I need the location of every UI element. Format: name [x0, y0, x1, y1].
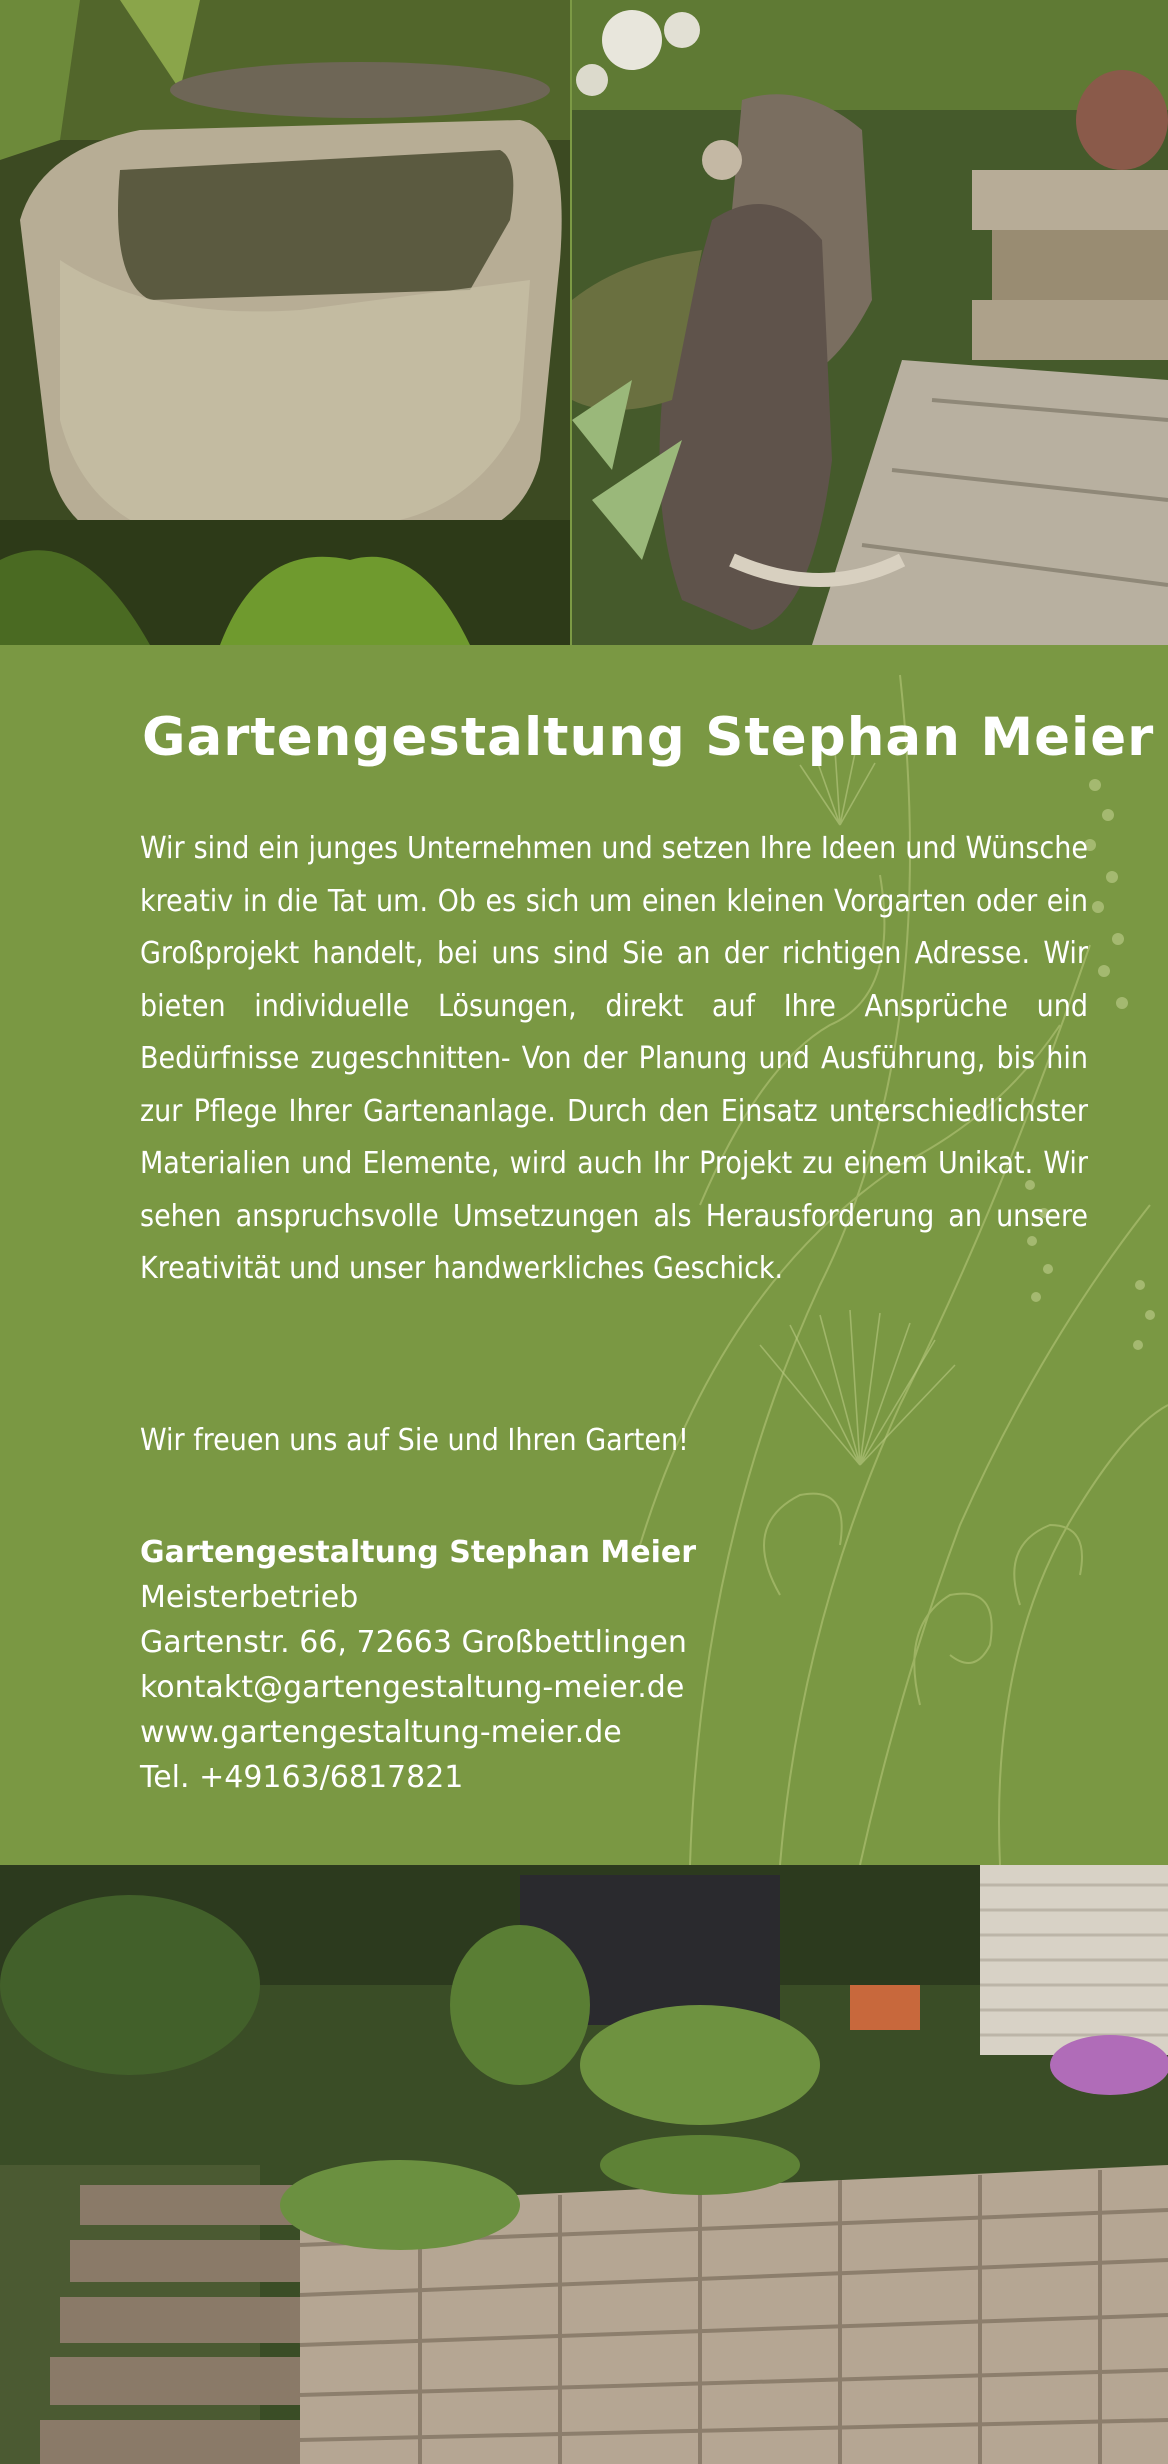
company-name: Gartengestaltung Stephan Meier: [140, 1535, 697, 1570]
address: Gartenstr. 66, 72663 Großbettlingen: [140, 1625, 687, 1660]
phone-number: Tel. +49163/6817821: [140, 1760, 464, 1795]
intro-paragraph: Wir sind ein junges Unternehmen und setz…: [140, 831, 1088, 1286]
photo-garden-wall: [0, 1865, 1168, 2464]
photo-stone-trough: [0, 0, 570, 645]
contact-block: Gartengestaltung Stephan Meier Meisterbe…: [140, 1530, 696, 1800]
email-link[interactable]: kontakt@gartengestaltung-meier.de: [140, 1665, 696, 1710]
closing-line: Wir freuen uns auf Sie und Ihren Garten!: [140, 1423, 689, 1458]
website-link[interactable]: www.gartengestaltung-meier.de: [140, 1710, 696, 1755]
company-subtitle: Meisterbetrieb: [140, 1580, 359, 1615]
info-panel: Gartengestaltung Stephan Meier Wir sind …: [0, 645, 1168, 1865]
page-title: Gartengestaltung Stephan Meier: [142, 707, 1155, 768]
photo-rock-fountain: [572, 0, 1168, 645]
